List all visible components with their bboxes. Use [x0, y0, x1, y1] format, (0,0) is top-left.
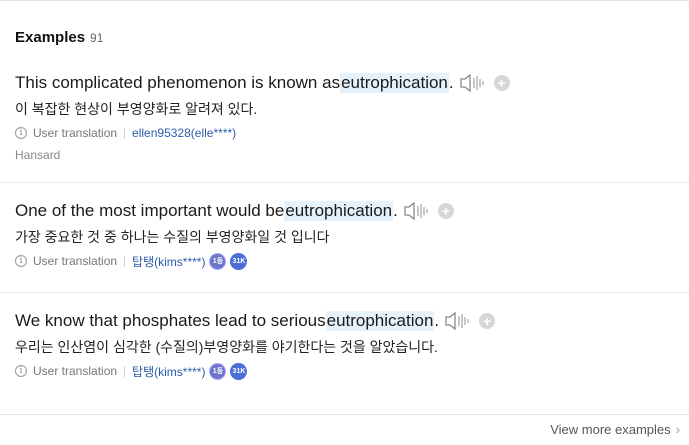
example-item: We know that phosphates lead to serious …: [15, 310, 689, 380]
info-icon[interactable]: i: [15, 365, 27, 377]
example-korean: 이 복잡한 현상이 부영양화로 알려져 있다.: [15, 101, 258, 117]
info-icon[interactable]: i: [15, 127, 27, 139]
translator-link[interactable]: ellen95328(elle****): [132, 126, 236, 140]
example-korean: 우리는 인산염이 심각한 (수질의)부영양화를 야기한다는 것을 알았습니다.: [15, 339, 438, 355]
meta-separator: [124, 127, 126, 139]
example-divider: [0, 182, 689, 183]
translation-type: User translation: [33, 126, 118, 140]
points-badge: 31K: [230, 362, 248, 380]
example-english: We know that phosphates lead to serious …: [15, 310, 689, 332]
add-icon[interactable]: +: [493, 75, 510, 91]
add-icon[interactable]: +: [479, 313, 496, 329]
examples-title: Examples: [15, 29, 86, 46]
info-icon[interactable]: i: [15, 255, 27, 267]
highlighted-term: eutrophication: [284, 201, 394, 221]
example-korean: 가장 중요한 것 중 하나는 수질의 부영양화일 것 입니다: [15, 229, 330, 245]
example-english-text: This complicated phenomenon is known as: [15, 73, 341, 92]
level-badge-icon: 1등: [209, 362, 227, 380]
translation-meta: i User translation ellen95328(elle****): [15, 125, 689, 141]
example-english-period: .: [448, 73, 454, 92]
view-more-examples-link[interactable]: View more examples ›: [550, 422, 680, 437]
examples-header: Examples 91: [15, 29, 103, 46]
meta-separator: [124, 255, 126, 267]
example-english-period: .: [393, 201, 398, 220]
speaker-icon[interactable]: [404, 201, 430, 221]
level-badge-icon: 1등: [209, 252, 227, 270]
points-badge: 31K: [230, 252, 248, 270]
translation-meta: i User translation 탑탱(kims****) 1등 31K: [15, 252, 689, 270]
example-english: This complicated phenomenon is known as …: [15, 72, 689, 94]
translation-meta: i User translation 탑탱(kims****) 1등 31K: [15, 362, 689, 380]
translator-link[interactable]: 탑탱(kims****): [132, 253, 205, 270]
example-english-period: .: [434, 311, 440, 330]
top-divider: [0, 0, 689, 1]
add-icon[interactable]: +: [437, 203, 454, 219]
example-english-text: We know that phosphates lead to serious: [15, 311, 326, 330]
highlighted-term: eutrophication: [340, 73, 449, 93]
example-item: This complicated phenomenon is known as …: [15, 72, 689, 162]
example-item: One of the most important would be eutro…: [15, 200, 689, 270]
view-more-label: View more examples: [550, 422, 671, 437]
speaker-icon[interactable]: [459, 73, 486, 93]
translator-link[interactable]: 탑탱(kims****): [132, 363, 205, 380]
chevron-right-icon: ›: [675, 422, 680, 437]
example-source: Hansard: [15, 148, 61, 162]
example-divider: [0, 292, 689, 293]
example-english: One of the most important would be eutro…: [15, 200, 689, 222]
examples-count: 91: [90, 31, 104, 45]
translation-type: User translation: [33, 254, 118, 268]
translation-type: User translation: [33, 364, 118, 378]
highlighted-term: eutrophication: [325, 311, 435, 331]
examples-footer: View more examples ›: [0, 414, 689, 445]
meta-separator: [124, 365, 126, 377]
example-english-text: One of the most important would be: [15, 201, 285, 220]
speaker-icon[interactable]: [445, 311, 471, 331]
